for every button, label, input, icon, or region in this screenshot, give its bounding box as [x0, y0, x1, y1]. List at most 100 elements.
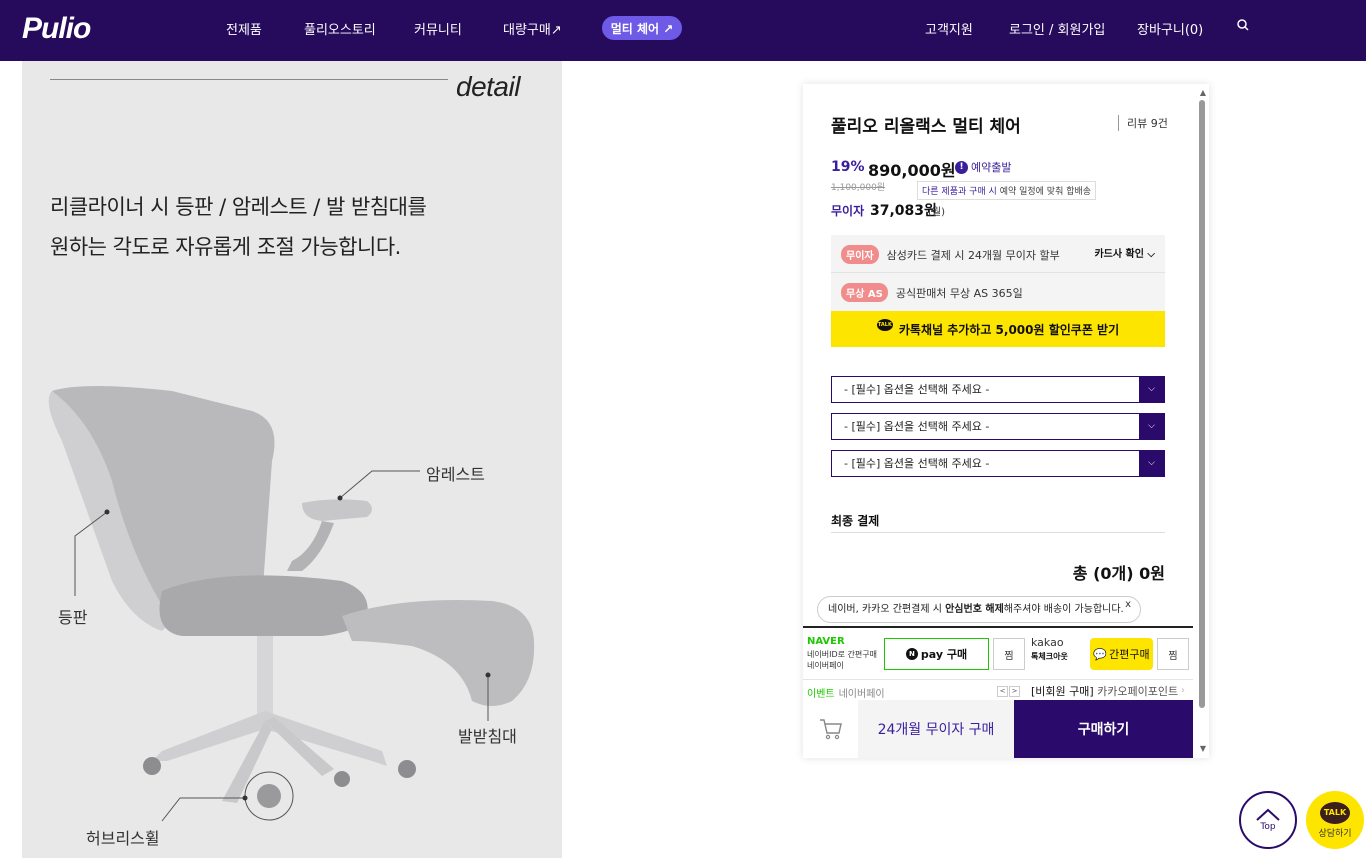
tooltip-text: 예약 일정에 맞춰 합배송 — [996, 187, 1092, 197]
option-select-2[interactable]: - [필수] 옵션을 선택해 주세요 - ⌵ — [831, 413, 1165, 440]
preorder-label: 예약출발 — [971, 161, 1012, 174]
easy-pay-notice: 네이버, 카카오 간편결제 시 안심번호 해제해주셔야 배송이 가능합니다. x — [817, 596, 1141, 623]
notice-text-bold: 안심번호 해제 — [945, 604, 1004, 615]
nav-login-signup[interactable]: 로그인 / 회원가입 — [1009, 19, 1105, 38]
chevron-down-icon: ⌵ — [1139, 451, 1164, 476]
kakao-talk-icon: TALK — [876, 319, 893, 331]
callout-footrest: 발받침대 — [458, 727, 517, 746]
product-title: 풀리오 리올랙스 멀티 체어 — [831, 117, 1021, 137]
installment-value: 37,083원 — [870, 203, 937, 219]
naver-pay-button[interactable]: N pay 구매 — [884, 638, 989, 670]
panel-scrollbar[interactable] — [1199, 100, 1205, 708]
naver-event-label: 이벤트 — [807, 689, 835, 700]
product-detail-image: detail 리클라이너 시 등판 / 암레스트 / 발 받침대를 원하는 각도… — [22, 61, 562, 858]
scroll-top-label: Top — [1260, 822, 1276, 832]
kakao-coupon-label: 카톡채널 추가하고 5,000원 할인쿠폰 받기 — [898, 322, 1120, 337]
chevron-down-icon: ⌵ — [1139, 414, 1164, 439]
kakao-consult-button[interactable]: TALK 상담하기 — [1306, 791, 1364, 849]
installment-buy-button[interactable]: 24개월 무이자 구매 — [858, 700, 1014, 758]
nav-community[interactable]: 커뮤니티 — [414, 19, 462, 38]
benefits-divider — [831, 272, 1165, 273]
total-price: 총 (0개) 0원 — [1072, 564, 1165, 583]
kakao-logo-text: kakao — [1031, 636, 1064, 649]
naver-event-pager: < > — [997, 686, 1020, 697]
final-divider — [831, 532, 1165, 533]
callout-wheel: 허브리스휠 — [86, 829, 160, 848]
naver-event-text: 네이버페이 — [838, 689, 885, 700]
naver-event[interactable]: 이벤트 네이버페이 — [807, 685, 885, 700]
easy-pay-area: NAVER 네이버ID로 간편구매 네이버페이 N pay 구매 찜 kakao… — [803, 626, 1193, 700]
purchase-panel: ▲ ▼ 풀리오 리올랙스 멀티 체어 리뷰 9건 19% 890,000원 ! … — [803, 84, 1209, 758]
nav-cart[interactable]: 장바구니(0) — [1137, 19, 1203, 38]
card-check-dropdown[interactable]: 카드사 확인 ⌵ — [1094, 245, 1155, 260]
scroll-down-arrow[interactable]: ▼ — [1200, 744, 1206, 753]
benefit-as-text: 공식판매처 무상 AS 365일 — [895, 286, 1023, 300]
benefit-row-as: 무상 AS 공식판매처 무상 AS 365일 — [841, 283, 1023, 302]
kakao-wishlist-button[interactable]: 찜 — [1157, 638, 1189, 670]
badge-free-as: 무상 AS — [841, 283, 888, 302]
chevron-up-icon — [1256, 808, 1280, 821]
preorder-badge: ! 예약출발 — [955, 159, 1011, 175]
naver-logo: NAVER — [807, 636, 845, 647]
nav-pulio-story[interactable]: 풀리오스토리 — [304, 19, 376, 38]
final-payment-label: 최종 결제 — [831, 514, 880, 528]
kakao-pay-label: 간편구매 — [1109, 648, 1150, 661]
nav-bulk-purchase[interactable]: 대량구매↗ — [503, 19, 562, 38]
naver-sub-line1: 네이버ID로 간편구매 — [807, 650, 877, 659]
tooltip-highlight: 다른 제품과 구매 시 — [922, 187, 997, 197]
pulio-logo[interactable]: Pulio — [22, 12, 91, 46]
talk-bubble-icon: TALK — [1320, 801, 1350, 824]
nav-multi-chair-pill[interactable]: 멀티 체어 ↗ — [602, 16, 682, 40]
preorder-tooltip: 다른 제품과 구매 시 예약 일정에 맞춰 합배송 — [917, 181, 1097, 200]
notice-text-post: 해주셔야 배송이 가능합니다. — [1003, 604, 1124, 615]
easy-pay-divider — [803, 679, 1193, 680]
nav-customer-support[interactable]: 고객지원 — [925, 19, 973, 38]
option-select-3-text: - [필수] 옵션을 선택해 주세요 - — [844, 457, 990, 470]
option-select-2-text: - [필수] 옵션을 선택해 주세요 - — [844, 420, 990, 433]
scroll-up-arrow[interactable]: ▲ — [1200, 88, 1206, 97]
kakao-pay-button[interactable]: 💬 간편구매 — [1090, 638, 1153, 670]
consult-label: 상담하기 — [1318, 828, 1352, 839]
benefits-box: 무이자 삼성카드 결제 시 24개월 무이자 할부 카드사 확인 ⌵ 무상 AS… — [831, 235, 1165, 311]
discount-rate: 19% — [831, 159, 865, 175]
purchase-bottom-bar: 24개월 무이자 구매 구매하기 — [803, 700, 1193, 758]
info-icon: ! — [955, 160, 968, 174]
benefit-row-installment: 무이자 삼성카드 결제 시 24개월 무이자 할부 — [841, 245, 1060, 264]
option-select-1-text: - [필수] 옵션을 선택해 주세요 - — [844, 383, 990, 396]
kakao-coupon-button[interactable]: TALK 카톡채널 추가하고 5,000원 할인쿠폰 받기 — [831, 311, 1165, 347]
kakao-event-label: [비회원 구매] — [1031, 685, 1094, 698]
scroll-top-button[interactable]: Top — [1239, 791, 1297, 849]
chevron-down-icon: ⌵ — [1139, 377, 1164, 402]
naver-pay-label: pay 구매 — [920, 648, 968, 661]
kakao-event-text: 카카오페이포인트 — [1093, 685, 1179, 698]
original-price: 1,100,000원 — [831, 183, 886, 193]
naver-sub-line2: 네이버페이 — [807, 661, 844, 670]
sale-price: 890,000원 — [868, 161, 956, 180]
option-select-1[interactable]: - [필수] 옵션을 선택해 주세요 - ⌵ — [831, 376, 1165, 403]
nav-all-products[interactable]: 전제품 — [226, 19, 262, 38]
naver-sub: 네이버ID로 간편구매 네이버페이 — [807, 649, 877, 671]
search-icon[interactable] — [1236, 18, 1250, 32]
installment-unit: (월) — [928, 207, 946, 218]
chevron-right-icon[interactable]: › — [1181, 685, 1185, 696]
chevron-left-icon[interactable]: < — [997, 686, 1008, 697]
installment-label: 무이자 — [831, 204, 865, 218]
cart-icon — [819, 719, 842, 740]
callout-armrest: 암레스트 — [426, 465, 485, 484]
review-count-link[interactable]: 리뷰 9건 — [1118, 115, 1168, 131]
naver-wishlist-button[interactable]: 찜 — [993, 638, 1025, 670]
kakao-checkout-text: 톡체크아웃 — [1031, 652, 1068, 661]
add-to-cart-button[interactable] — [803, 700, 858, 758]
kakao-event[interactable]: [비회원 구매] 카카오페이포인트 — [1031, 683, 1191, 699]
kakao-checkout-logo: kakao 톡체크아웃 — [1031, 636, 1068, 664]
callout-backrest: 등판 — [58, 608, 88, 627]
notice-close-icon[interactable]: x — [1125, 592, 1131, 617]
speech-bubble-icon: 💬 — [1093, 647, 1108, 661]
top-navigation-bar: Pulio 전제품 풀리오스토리 커뮤니티 대량구매↗ 멀티 체어 ↗ 고객지원… — [0, 0, 1366, 61]
chevron-right-icon[interactable]: > — [1009, 686, 1020, 697]
benefit-installment-text: 삼성카드 결제 시 24개월 무이자 할부 — [886, 248, 1060, 262]
badge-installment: 무이자 — [841, 245, 879, 264]
naver-n-icon: N — [905, 648, 918, 660]
option-select-3[interactable]: - [필수] 옵션을 선택해 주세요 - ⌵ — [831, 450, 1165, 477]
buy-button[interactable]: 구매하기 — [1014, 700, 1193, 758]
